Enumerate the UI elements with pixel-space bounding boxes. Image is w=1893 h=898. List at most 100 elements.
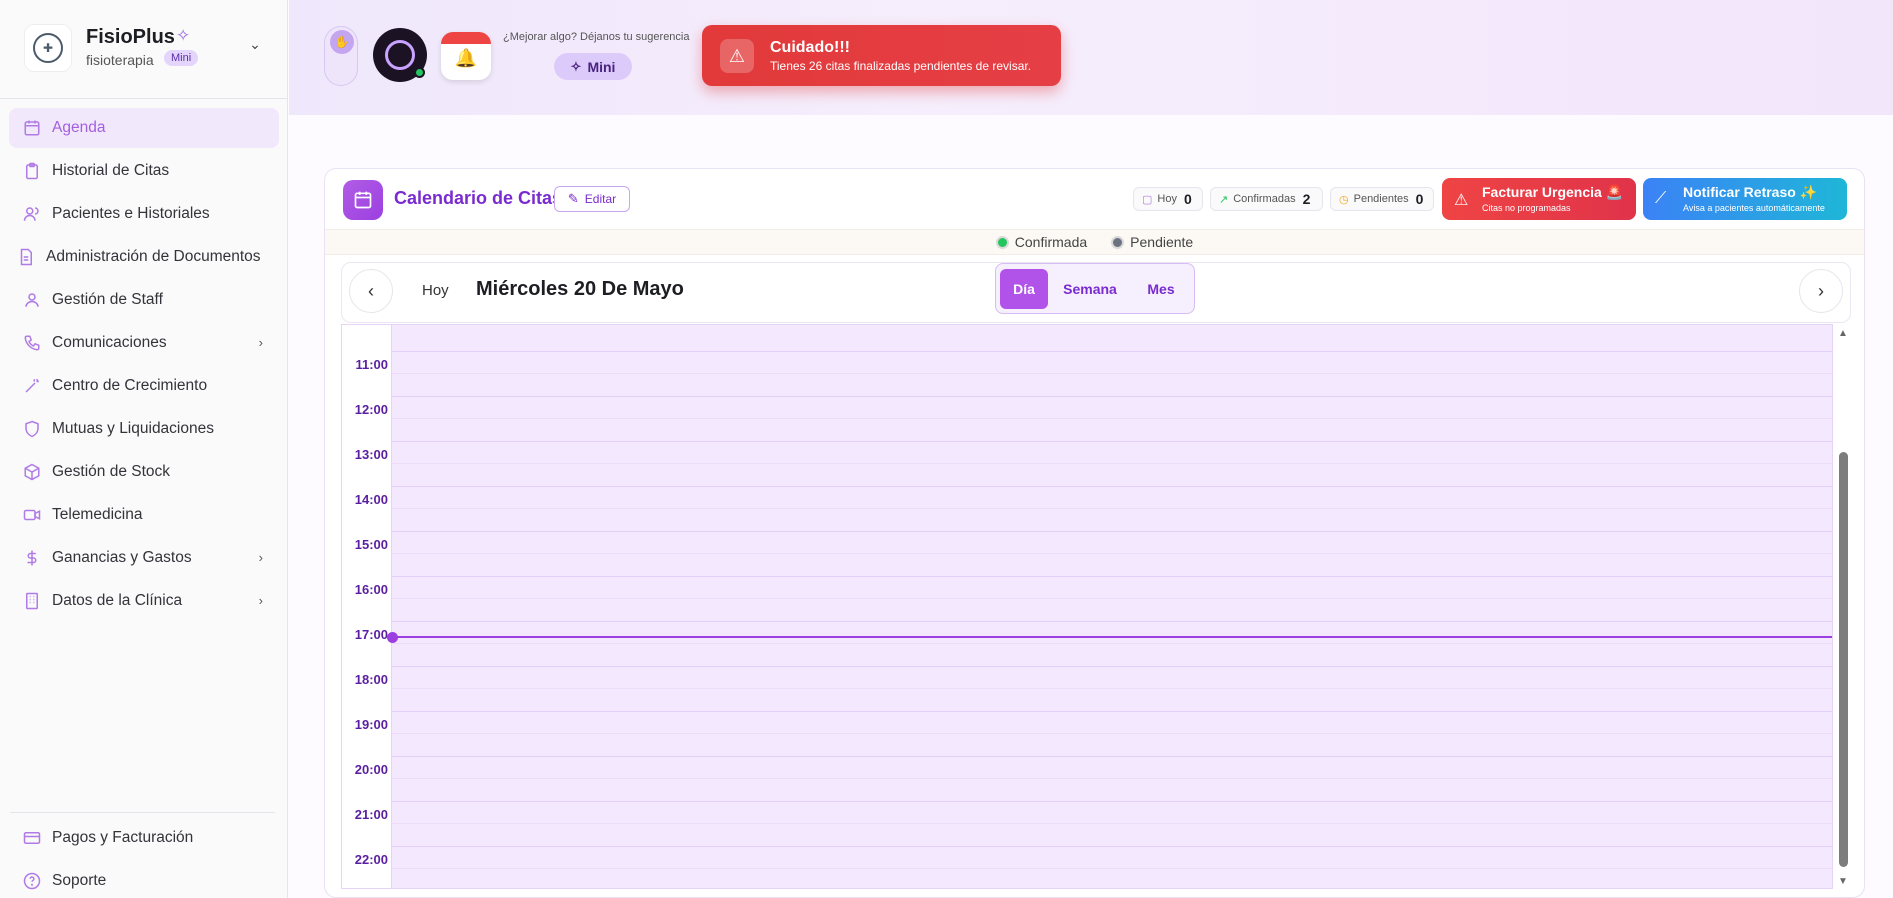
day-grid[interactable]: 11:00 12:00 13:00 14:00 15:00 16:00 17:00 18:00… bbox=[341, 324, 1833, 889]
chevron-right-icon: › bbox=[258, 593, 263, 608]
time-label: 18:00 bbox=[354, 672, 388, 687]
clock-icon: ◷ bbox=[1339, 193, 1349, 206]
sidebar-item-label: Ganancias y Gastos bbox=[52, 549, 192, 566]
wand-icon: ⟋ bbox=[1655, 190, 1667, 207]
sidebar-item-label: Telemedicina bbox=[52, 506, 143, 523]
warning-icon: ⚠ bbox=[720, 39, 754, 73]
stat-label: Pendientes bbox=[1353, 193, 1409, 205]
divider bbox=[10, 812, 275, 813]
support-button[interactable] bbox=[373, 28, 427, 82]
sidebar-item-label: Mutuas y Liquidaciones bbox=[52, 420, 214, 437]
trending-up-icon: ↗ bbox=[1219, 193, 1229, 206]
time-label: 20:00 bbox=[354, 762, 388, 777]
sidebar-item-ganancias[interactable]: Ganancias y Gastos › bbox=[9, 538, 279, 578]
sidebar-item-crecimiento[interactable]: Centro de Crecimiento bbox=[9, 366, 279, 406]
document-icon bbox=[17, 248, 35, 266]
edit-icon: ✎ bbox=[567, 191, 579, 206]
view-day-button[interactable]: Día bbox=[1000, 269, 1048, 309]
sidebar-item-historial[interactable]: Historial de Citas bbox=[9, 151, 279, 191]
view-week-button[interactable]: Semana bbox=[1054, 269, 1126, 309]
plan-badge: Mini bbox=[164, 50, 199, 66]
edit-button[interactable]: ✎ Editar bbox=[554, 186, 630, 212]
prev-day-button[interactable]: ‹ bbox=[349, 269, 393, 313]
sidebar-item-label: Administración de Documentos bbox=[46, 248, 261, 265]
chevron-down-icon[interactable]: ⌄ bbox=[246, 36, 264, 54]
brand-subtitle: fisioterapia bbox=[86, 52, 154, 68]
sidebar-item-label: Gestión de Stock bbox=[52, 463, 171, 480]
sidebar-item-label: Datos de la Clínica bbox=[52, 592, 183, 609]
calendar-icon: ▢ bbox=[1142, 193, 1153, 206]
chevron-right-icon: › bbox=[258, 550, 263, 565]
half-hour-gridline bbox=[392, 688, 1832, 689]
legend-confirmed: Confirmada bbox=[995, 234, 1087, 250]
sidebar-item-label: Pagos y Facturación bbox=[52, 829, 194, 846]
sidebar-item-telemedicina[interactable]: Telemedicina bbox=[9, 495, 279, 535]
stat-value: 0 bbox=[1183, 191, 1192, 207]
sidebar-item-label: Comunicaciones bbox=[52, 334, 167, 351]
today-button[interactable]: Hoy bbox=[422, 282, 449, 299]
time-column: 11:00 12:00 13:00 14:00 15:00 16:00 17:00 18:00… bbox=[342, 325, 392, 888]
sidebar-item-label: Soporte bbox=[52, 872, 107, 889]
sidebar-item-pacientes[interactable]: Pacientes e Historiales bbox=[9, 194, 279, 234]
clipboard-icon bbox=[23, 162, 41, 180]
sidebar-item-agenda[interactable]: Agenda bbox=[9, 108, 279, 148]
mini-button[interactable]: ✧ Mini bbox=[554, 53, 632, 80]
clinic-switcher[interactable]: ✚ FisioPlus ✧ fisioterapia Mini ⌄ bbox=[24, 22, 264, 74]
sidebar-item-comunicaciones[interactable]: Comunicaciones › bbox=[9, 323, 279, 363]
hour-gridline bbox=[392, 801, 1832, 802]
urgent-subtitle: Citas no programadas bbox=[1482, 203, 1571, 213]
calendar-header: Calendario de Citas ✎ Editar ▢ Hoy 0 ↗ Co… bbox=[325, 169, 1864, 229]
half-hour-gridline bbox=[392, 868, 1832, 869]
time-label: 11:00 bbox=[355, 357, 388, 372]
legend-dot bbox=[1111, 235, 1125, 249]
scroll-thumb[interactable] bbox=[1839, 452, 1848, 867]
hour-gridline bbox=[392, 576, 1832, 577]
sidebar-item-stock[interactable]: Gestión de Stock bbox=[9, 452, 279, 492]
hour-gridline bbox=[392, 666, 1832, 667]
online-status-dot bbox=[414, 67, 425, 78]
toggle-switch[interactable]: ✋ bbox=[324, 26, 358, 86]
time-label: 12:00 bbox=[354, 402, 388, 417]
half-hour-gridline bbox=[392, 598, 1832, 599]
notify-delay-button[interactable]: ⟋ Notificar Retraso ✨ Avisa a pacientes … bbox=[1643, 178, 1847, 220]
sidebar-item-label: Gestión de Staff bbox=[52, 291, 163, 308]
calendar-icon bbox=[343, 180, 383, 220]
calendar-icon bbox=[23, 119, 41, 137]
view-switcher: Día Semana Mes bbox=[995, 263, 1195, 314]
scroll-down-icon[interactable]: ▼ bbox=[1838, 876, 1848, 887]
time-label: 14:00 bbox=[354, 492, 388, 507]
sidebar-item-staff[interactable]: Gestión de Staff bbox=[9, 280, 279, 320]
alert-title: Cuidado!!! bbox=[770, 39, 850, 56]
lifebuoy-icon bbox=[385, 40, 415, 70]
hour-gridline bbox=[392, 846, 1832, 847]
hour-gridline bbox=[392, 486, 1832, 487]
warning-icon: ⚠ bbox=[1454, 192, 1469, 209]
notifications-button[interactable]: 🔔 bbox=[441, 32, 491, 80]
stat-today: ▢ Hoy 0 bbox=[1133, 187, 1203, 211]
stat-label: Hoy bbox=[1157, 193, 1177, 205]
sidebar-item-mutuas[interactable]: Mutuas y Liquidaciones bbox=[9, 409, 279, 449]
half-hour-gridline bbox=[392, 373, 1832, 374]
user-icon bbox=[23, 291, 41, 309]
video-icon bbox=[23, 506, 41, 524]
sidebar-item-soporte[interactable]: Soporte bbox=[9, 861, 279, 898]
hour-gridline bbox=[392, 531, 1832, 532]
edit-label: Editar bbox=[584, 192, 617, 206]
sidebar-item-clinica[interactable]: Datos de la Clínica › bbox=[9, 581, 279, 621]
grid-scrollbar[interactable]: ▲ ▼ bbox=[1836, 324, 1850, 889]
stat-pending: ◷ Pendientes 0 bbox=[1330, 187, 1434, 211]
page-title: Calendario de Citas bbox=[394, 188, 563, 208]
legend-pending: Pendiente bbox=[1111, 234, 1193, 250]
next-day-button[interactable]: › bbox=[1799, 269, 1843, 313]
sidebar-item-pagos[interactable]: Pagos y Facturación bbox=[9, 818, 279, 858]
alert-banner[interactable]: ⚠ Cuidado!!! Tienes 26 citas finalizadas… bbox=[702, 25, 1061, 86]
sidebar-item-documentos[interactable]: Administración de Documentos bbox=[9, 237, 279, 277]
scroll-up-icon[interactable]: ▲ bbox=[1838, 328, 1848, 339]
urgent-billing-button[interactable]: ⚠ Facturar Urgencia 🚨 Citas no programad… bbox=[1442, 178, 1636, 220]
calendar-card: Calendario de Citas ✎ Editar ▢ Hoy 0 ↗ Co… bbox=[324, 168, 1865, 898]
current-time-dot bbox=[387, 632, 398, 643]
wand-icon bbox=[23, 377, 41, 395]
view-month-button[interactable]: Mes bbox=[1132, 269, 1190, 309]
chevron-right-icon: › bbox=[258, 335, 263, 350]
status-legend: Confirmada Pendiente bbox=[325, 229, 1864, 255]
